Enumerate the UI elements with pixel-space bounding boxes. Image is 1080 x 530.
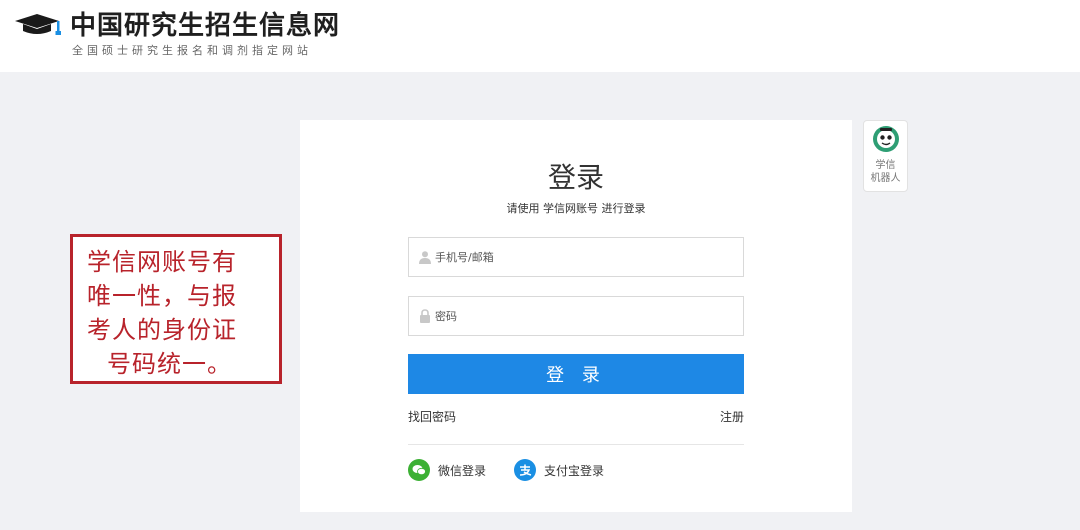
- user-icon: [419, 251, 431, 264]
- password-field[interactable]: [408, 296, 744, 336]
- lock-icon: [420, 309, 430, 323]
- register-link[interactable]: 注册: [720, 408, 744, 425]
- phone-email-field[interactable]: [408, 237, 744, 277]
- wechat-login-label: 微信登录: [438, 463, 487, 478]
- graduation-cap-icon: [15, 14, 61, 35]
- robot-avatar-icon: [873, 126, 899, 152]
- robot-label: 学信 机器人: [864, 159, 907, 185]
- phone-email-input[interactable]: [435, 238, 735, 276]
- login-hint: 请使用 学信网账号 进行登录: [506, 202, 646, 215]
- login-title: 登录: [547, 161, 604, 194]
- annotation-callout: 学信网账号有 唯一性，与报 考人的身份证 号码统一。: [70, 234, 282, 384]
- annotation-line-4: 号码统一。: [107, 350, 232, 378]
- alipay-login-label: 支付宝登录: [544, 463, 605, 478]
- login-card: 登录 请使用 学信网账号 进行登录 登 录 找回密码 注册 微信登录: [300, 120, 852, 512]
- annotation-line-3: 考人的身份证: [87, 316, 237, 344]
- annotation-line-2: 唯一性，与报: [87, 282, 237, 310]
- robot-label-line1: 学信: [875, 160, 896, 171]
- annotation-line-1: 学信网账号有: [87, 248, 237, 276]
- xuexin-robot-button[interactable]: 学信 机器人: [863, 120, 908, 192]
- wechat-icon: [408, 459, 430, 481]
- wechat-login-button[interactable]: 微信登录: [408, 459, 486, 481]
- forgot-password-link[interactable]: 找回密码: [408, 408, 456, 425]
- password-input[interactable]: [435, 297, 735, 335]
- robot-label-line2: 机器人: [870, 173, 901, 184]
- divider: [408, 444, 744, 445]
- site-subtitle: 全国硕士研究生报名和调剂指定网站: [72, 44, 312, 57]
- alipay-login-button[interactable]: 支付宝登录: [514, 459, 604, 481]
- site-header: 中国研究生招生信息网 全国硕士研究生报名和调剂指定网站: [0, 0, 1080, 72]
- site-title[interactable]: 中国研究生招生信息网: [70, 5, 340, 42]
- login-button[interactable]: 登 录: [408, 354, 744, 394]
- alipay-icon: [514, 459, 536, 481]
